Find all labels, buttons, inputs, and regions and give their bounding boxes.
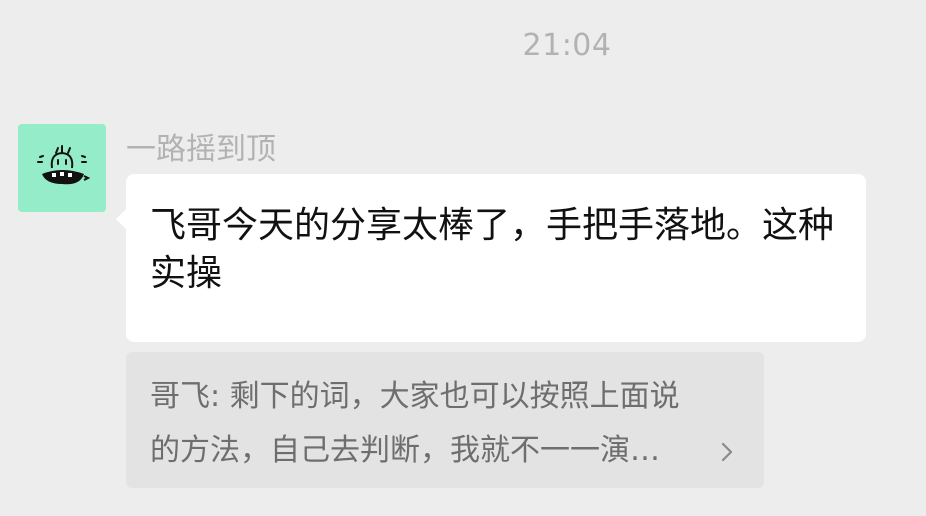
chevron-right-icon [721, 442, 733, 462]
cartoon-face-icon [37, 145, 91, 185]
message-bubble[interactable]: 飞哥今天的分享太棒了，手把手落地。这种实操 [116, 174, 866, 342]
message-timestamp: 21:04 [522, 28, 612, 63]
sender-avatar[interactable] [18, 124, 106, 212]
message-text: 飞哥今天的分享太棒了，手把手落地。这种实操 [150, 205, 835, 294]
quoted-text-line-1: 哥飞: 剩下的词，大家也可以按照上面说 [150, 379, 680, 414]
sender-name: 一路摇到顶 [126, 132, 276, 167]
quoted-text-line-2: 的方法，自己去判断，我就不一一演… [150, 433, 660, 468]
quoted-message[interactable]: 哥飞: 剩下的词，大家也可以按照上面说 的方法，自己去判断，我就不一一演… [126, 352, 764, 488]
